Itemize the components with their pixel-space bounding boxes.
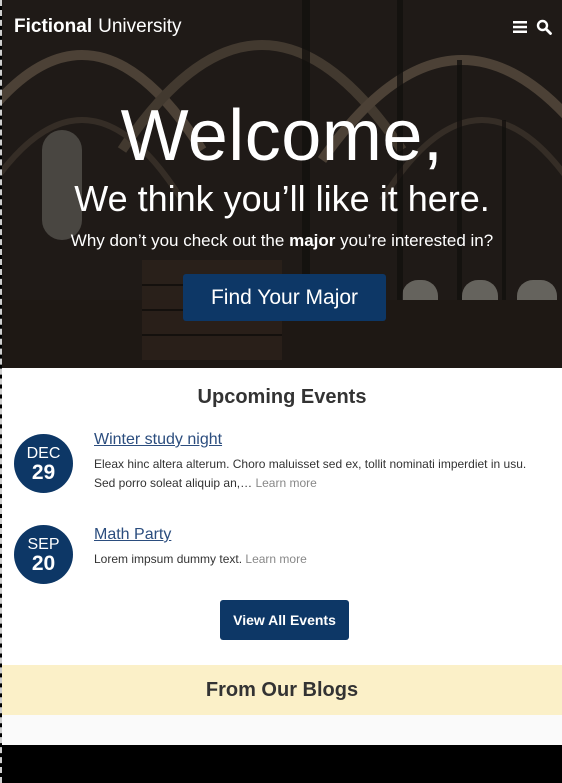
event-month: SEP xyxy=(27,536,60,553)
tagline-bold: major xyxy=(289,231,336,250)
event-description: Eleax hinc altera alterum. Choro maluiss… xyxy=(94,455,550,493)
hero-section: Fictional University Welcome, We think y… xyxy=(2,0,562,368)
hero-tagline: Why don’t you check out the major you’re… xyxy=(2,230,562,252)
event-description: Lorem impsum dummy text. Learn more xyxy=(94,550,550,569)
hero-subtitle: We think you’ll like it here. xyxy=(74,178,490,219)
events-heading: Upcoming Events xyxy=(197,386,367,408)
blogs-content-area xyxy=(2,715,562,745)
tagline-before: Why don’t you check out the xyxy=(70,231,285,250)
tagline-after: you’re interested in? xyxy=(340,231,494,250)
event-title-link[interactable]: Math Party xyxy=(94,525,550,545)
event-body: Math Party Lorem impsum dummy text. Lear… xyxy=(94,525,550,569)
view-all-events-button[interactable]: View All Events xyxy=(220,600,349,640)
event-title-link[interactable]: Winter study night xyxy=(94,430,550,450)
logo-light-text: University xyxy=(98,16,182,37)
event-body: Winter study night Eleax hinc altera alt… xyxy=(94,430,550,493)
find-your-major-button[interactable]: Find Your Major xyxy=(183,274,386,321)
learn-more-link[interactable]: Learn more xyxy=(255,476,316,490)
search-icon[interactable] xyxy=(536,19,552,35)
events-section: Upcoming Events DEC 29 Winter study nigh… xyxy=(2,368,562,665)
event-day: 29 xyxy=(31,461,56,484)
event-day: 20 xyxy=(31,552,56,575)
learn-more-link[interactable]: Learn more xyxy=(245,552,306,566)
hero-title: Welcome, xyxy=(120,96,444,176)
event-month: DEC xyxy=(26,445,61,462)
blogs-header: From Our Blogs xyxy=(2,665,562,715)
logo-strong-text: Fictional xyxy=(14,16,93,37)
header-actions xyxy=(512,19,552,35)
menu-icon[interactable] xyxy=(512,19,528,35)
event-description-text: Lorem impsum dummy text. xyxy=(94,552,243,566)
event-date-badge[interactable]: DEC 29 xyxy=(14,434,73,493)
top-navigation: Fictional University xyxy=(14,14,552,40)
blogs-heading: From Our Blogs xyxy=(205,679,359,701)
event-date-badge[interactable]: SEP 20 xyxy=(14,525,73,584)
site-logo[interactable]: Fictional University xyxy=(14,16,182,38)
